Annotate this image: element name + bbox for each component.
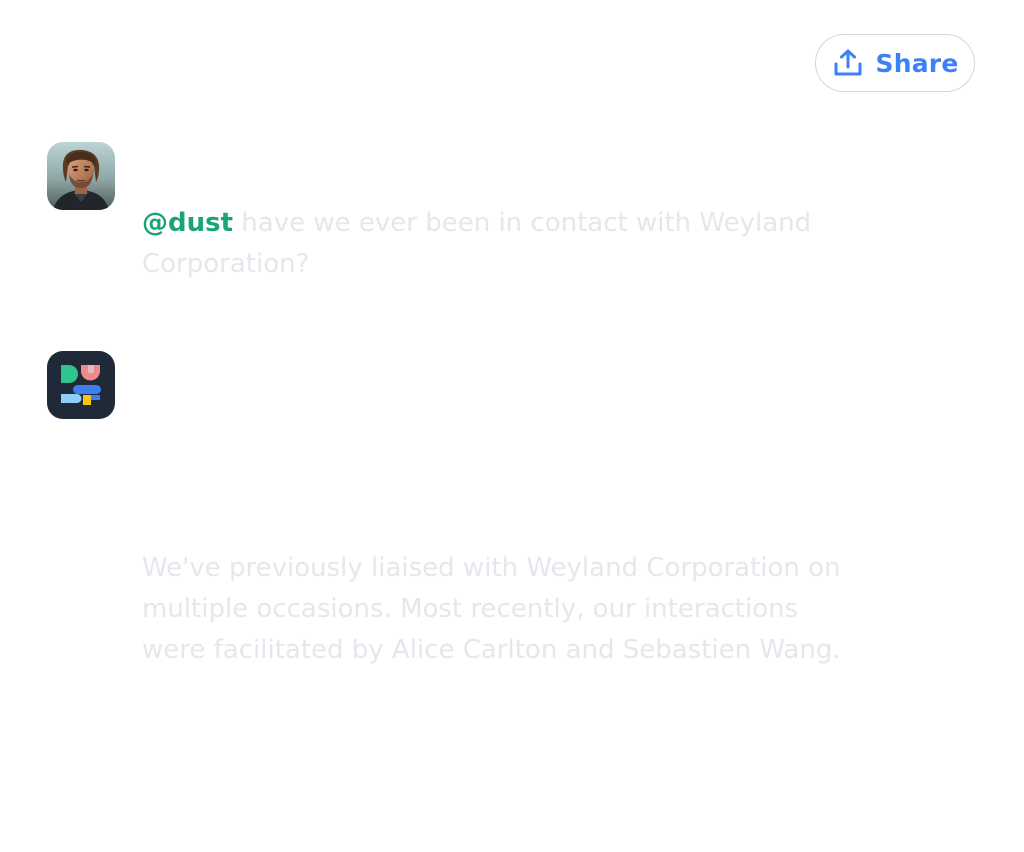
user-message: @dust have we ever been in contact with … (142, 203, 862, 285)
assistant-mention[interactable]: @dust (142, 208, 233, 238)
dust-logo-avatar (47, 351, 115, 419)
share-label: Share (875, 48, 959, 78)
assistant-message: We've previously liaised with Weyland Co… (142, 553, 841, 665)
share-button[interactable]: Share (815, 34, 975, 92)
share-upload-icon (834, 49, 862, 76)
user-message-text: have we ever been in contact with Weylan… (142, 208, 812, 279)
user-avatar (47, 142, 115, 210)
